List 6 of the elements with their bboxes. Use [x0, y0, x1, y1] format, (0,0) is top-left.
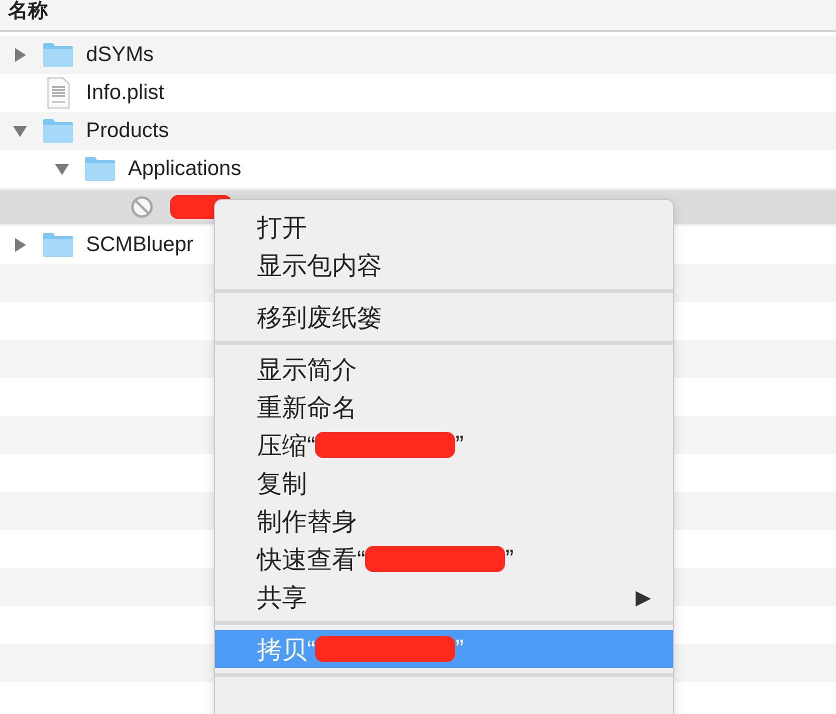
file-name: Applications	[128, 157, 242, 181]
file-name: Products	[86, 119, 169, 143]
submenu-arrow-icon: ▶	[636, 584, 651, 610]
file-name: dSYMs	[86, 43, 154, 67]
file-name: Info.plist	[86, 81, 164, 105]
file-name: SCMBluepr	[86, 233, 194, 257]
